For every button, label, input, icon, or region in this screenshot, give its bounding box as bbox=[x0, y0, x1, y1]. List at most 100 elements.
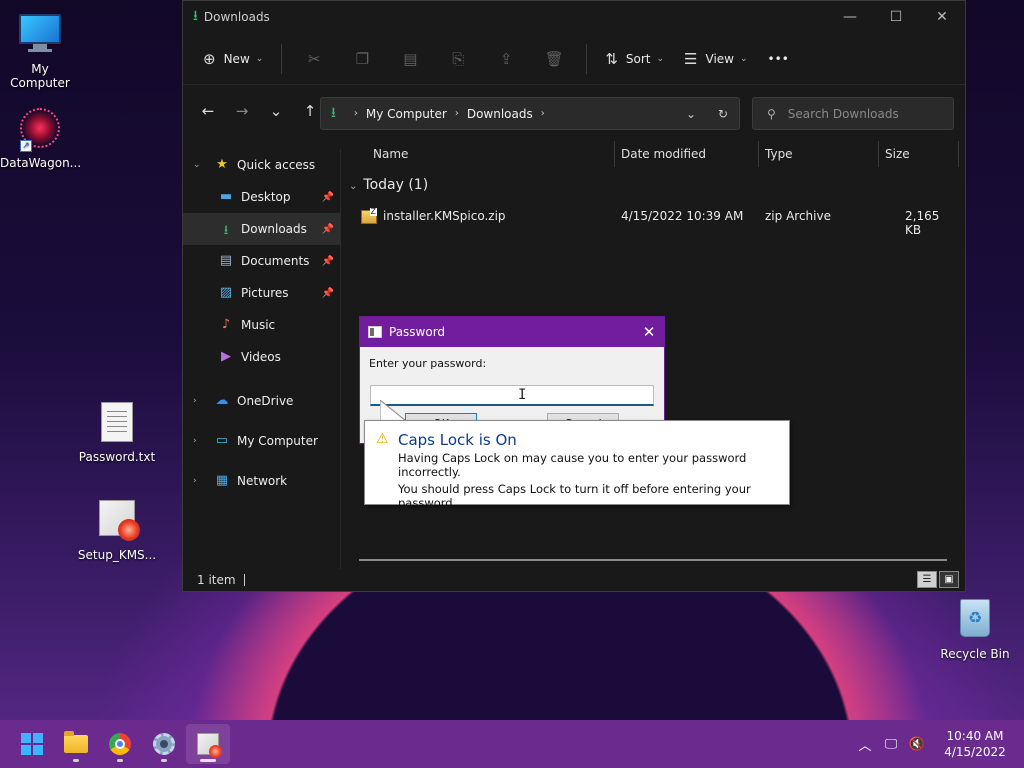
view-button[interactable]: ☰ View ⌄ bbox=[674, 43, 757, 75]
more-icon: ••• bbox=[767, 51, 789, 66]
pin-icon[interactable]: 📌 bbox=[322, 224, 334, 235]
breadcrumb-chevron-icon: › bbox=[454, 108, 459, 119]
forward-arrow-icon[interactable]: → bbox=[225, 102, 259, 120]
taskbar-file-explorer[interactable] bbox=[54, 724, 98, 764]
sidebar-item-pictures[interactable]: ▨ Pictures 📌 bbox=[183, 277, 340, 309]
sidebar-item-desktop[interactable]: ▬ Desktop 📌 bbox=[183, 181, 340, 213]
expand-chevron-icon[interactable]: › bbox=[193, 396, 205, 406]
taskbar: ︿ 🖵 🔇 10:40 AM 4/15/2022 bbox=[0, 720, 1024, 768]
expand-chevron-icon[interactable]: › bbox=[193, 476, 205, 486]
desktop-icon-password-txt[interactable]: Password.txt bbox=[77, 400, 157, 464]
back-arrow-icon[interactable]: ← bbox=[191, 102, 225, 120]
pin-icon[interactable]: 📌 bbox=[322, 288, 334, 299]
app-window-icon bbox=[368, 326, 382, 338]
navigation-pane: ⌄ ★ Quick access ▬ Desktop 📌 ⭳ Downloads… bbox=[183, 149, 341, 569]
column-header-type[interactable]: Type bbox=[765, 147, 793, 161]
taskbar-chrome[interactable] bbox=[98, 724, 142, 764]
sidebar-item-label: Videos bbox=[241, 350, 281, 364]
chevron-down-icon: ⌄ bbox=[255, 53, 264, 64]
desktop-icon: ▬ bbox=[219, 189, 233, 204]
dialog-close-icon[interactable]: ✕ bbox=[634, 323, 664, 341]
sidebar-item-label: Documents bbox=[241, 254, 310, 268]
text-file-icon bbox=[95, 402, 139, 446]
document-icon: ▤ bbox=[219, 253, 233, 268]
sidebar-item-label: Pictures bbox=[241, 286, 289, 300]
column-header-size[interactable]: Size bbox=[885, 147, 910, 161]
maximize-button[interactable]: ☐ bbox=[873, 9, 919, 25]
desktop-icon-label: My Computer bbox=[10, 62, 70, 90]
sidebar-item-my-computer[interactable]: › ▭ My Computer bbox=[183, 421, 340, 461]
pin-icon[interactable]: 📌 bbox=[322, 192, 334, 203]
sidebar-item-quick-access[interactable]: ⌄ ★ Quick access bbox=[183, 149, 340, 181]
desktop-icon-recycle-bin[interactable]: Recycle Bin bbox=[935, 596, 1015, 661]
expand-chevron-icon[interactable]: ⌄ bbox=[193, 160, 205, 170]
plus-icon: ⊕ bbox=[203, 49, 216, 68]
address-dropdown-icon[interactable]: ⌄ bbox=[675, 107, 707, 121]
recent-locations-chevron-icon[interactable]: ⌄ bbox=[259, 102, 293, 120]
folder-icon bbox=[64, 731, 88, 753]
sidebar-item-downloads[interactable]: ⭳ Downloads 📌 bbox=[183, 213, 340, 245]
password-input[interactable]: I bbox=[370, 385, 654, 406]
horizontal-scrollbar[interactable] bbox=[359, 559, 947, 561]
sidebar-item-music[interactable]: ♪ Music bbox=[183, 309, 340, 341]
delete-icon[interactable]: 🗑 bbox=[530, 50, 578, 68]
search-input[interactable]: ⚲ Search Downloads bbox=[752, 97, 954, 130]
paste-icon[interactable]: ▤ bbox=[386, 50, 434, 68]
download-icon: ⭳ bbox=[223, 223, 229, 238]
file-name-cell: installer.KMSpico.zip bbox=[361, 207, 506, 224]
share-icon[interactable]: ⇪ bbox=[482, 50, 530, 68]
desktop-icon-setup-kms[interactable]: Setup_KMS... bbox=[77, 496, 157, 562]
chevron-up-icon[interactable]: ︿ bbox=[852, 735, 878, 754]
refresh-icon[interactable]: ↻ bbox=[707, 107, 739, 121]
sidebar-item-onedrive[interactable]: › ☁ OneDrive bbox=[183, 381, 340, 421]
taskbar-setup-app[interactable] bbox=[186, 724, 230, 764]
column-header-date-modified[interactable]: Date modified bbox=[621, 147, 706, 161]
text-cursor-icon: I bbox=[518, 387, 527, 403]
desktop-icon-my-computer[interactable]: My Computer bbox=[0, 8, 80, 90]
dialog-titlebar[interactable]: Password ✕ bbox=[360, 317, 664, 347]
clock[interactable]: 10:40 AM 4/15/2022 bbox=[930, 728, 1020, 760]
close-button[interactable]: ✕ bbox=[919, 9, 965, 25]
sidebar-item-network[interactable]: › ▦ Network bbox=[183, 461, 340, 501]
start-button[interactable] bbox=[10, 724, 54, 764]
sidebar-item-documents[interactable]: ▤ Documents 📌 bbox=[183, 245, 340, 277]
new-button[interactable]: ⊕ New ⌄ bbox=[193, 43, 273, 75]
breadcrumb-downloads[interactable]: Downloads bbox=[467, 107, 533, 121]
balloon-message-line-1: Having Caps Lock on may cause you to ent… bbox=[398, 451, 747, 479]
file-date: 4/15/2022 10:39 AM bbox=[621, 209, 744, 223]
minimize-button[interactable]: — bbox=[827, 9, 873, 25]
breadcrumb-my-computer[interactable]: My Computer bbox=[366, 107, 447, 121]
status-bar: 1 item ☰ ▣ bbox=[183, 569, 965, 591]
chrome-icon bbox=[109, 733, 131, 755]
taskbar-settings[interactable] bbox=[142, 724, 186, 764]
details-view-icon[interactable]: ☰ bbox=[917, 571, 937, 588]
column-header-name[interactable]: Name bbox=[373, 147, 408, 161]
computer-icon: ▭ bbox=[215, 433, 229, 448]
table-row[interactable]: installer.KMSpico.zip 4/15/2022 10:39 AM… bbox=[359, 205, 959, 237]
more-options-button[interactable]: ••• bbox=[758, 43, 799, 75]
balloon-title: Caps Lock is On bbox=[398, 431, 517, 449]
pictures-icon: ▨ bbox=[219, 285, 233, 300]
sort-button[interactable]: ⇅ Sort ⌄ bbox=[595, 43, 674, 75]
sidebar-item-videos[interactable]: ▶ Videos bbox=[183, 341, 340, 373]
search-placeholder: Search Downloads bbox=[787, 106, 899, 121]
breadcrumb-chevron-icon: › bbox=[353, 108, 358, 119]
warning-icon: ⚠ bbox=[376, 431, 389, 447]
expand-chevron-icon[interactable]: › bbox=[193, 436, 205, 446]
cut-icon[interactable]: ✂ bbox=[290, 50, 338, 68]
network-monitor-icon[interactable]: 🖵 bbox=[878, 737, 904, 752]
tiles-view-icon[interactable]: ▣ bbox=[939, 571, 959, 588]
group-header-today[interactable]: ⌄ Today (1) bbox=[349, 177, 428, 193]
speaker-muted-icon[interactable]: 🔇 bbox=[904, 737, 930, 752]
rename-icon[interactable]: ⎘ bbox=[434, 50, 482, 68]
recycle-bin-icon bbox=[953, 599, 997, 643]
window-titlebar[interactable]: ⭳ Downloads — ☐ ✕ bbox=[183, 1, 965, 33]
pin-icon[interactable]: 📌 bbox=[322, 256, 334, 267]
desktop-icon-label: Setup_KMS... bbox=[77, 548, 157, 562]
windows-logo-icon bbox=[21, 733, 43, 755]
cloud-icon: ☁ bbox=[215, 393, 229, 408]
desktop-icon-datawagon[interactable]: ↗ DataWagon... bbox=[0, 106, 81, 170]
copy-icon[interactable]: ❐ bbox=[338, 50, 386, 68]
sort-icon: ⇅ bbox=[605, 49, 618, 68]
address-bar[interactable]: ⭳ › My Computer › Downloads › ⌄ ↻ bbox=[320, 97, 740, 130]
